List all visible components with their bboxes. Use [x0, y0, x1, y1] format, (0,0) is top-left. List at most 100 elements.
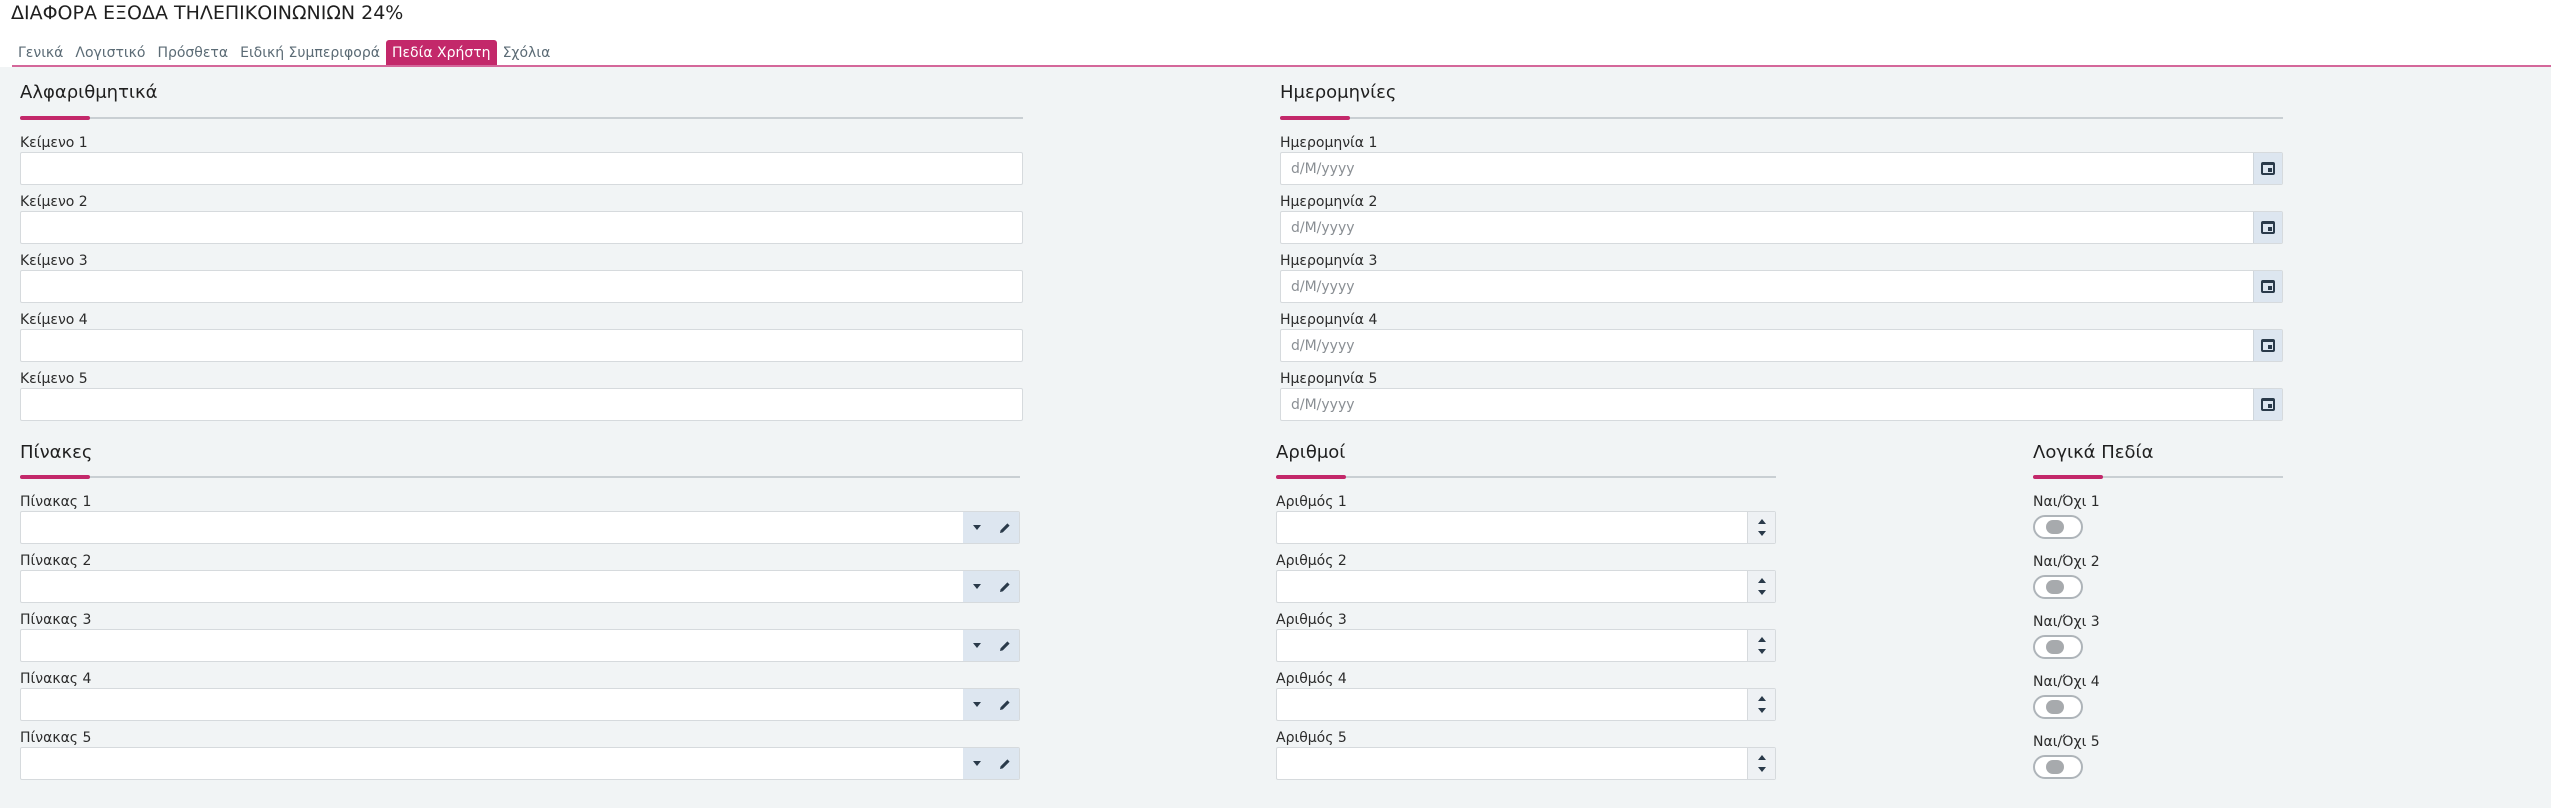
arrow-up-icon[interactable] — [1758, 637, 1766, 642]
calendar-icon — [2261, 339, 2275, 352]
section-title-booleans: Λογικά Πεδία — [2033, 442, 2154, 463]
table-field-5 — [20, 747, 1020, 780]
date-input-4[interactable] — [1281, 330, 2251, 361]
arrow-down-icon[interactable] — [1758, 531, 1766, 536]
date-field-label: Ημερομηνία 3 — [1280, 253, 1378, 269]
date-field-1 — [1280, 152, 2283, 185]
boolean-field-label: Ναι/Όχι 5 — [2033, 734, 2100, 750]
arrow-down-icon[interactable] — [1758, 708, 1766, 713]
number-spinner[interactable] — [1747, 748, 1775, 779]
table-select-5[interactable] — [21, 748, 965, 779]
arrow-up-icon[interactable] — [1758, 755, 1766, 760]
pencil-icon — [1000, 640, 1010, 651]
text-field-3 — [20, 270, 1023, 303]
date-field-label: Ημερομηνία 2 — [1280, 194, 1378, 210]
arrow-up-icon[interactable] — [1758, 519, 1766, 524]
edit-button[interactable] — [991, 630, 1019, 661]
number-field-label: Αριθμός 4 — [1276, 671, 1347, 687]
arrow-down-icon[interactable] — [1758, 649, 1766, 654]
number-input-1[interactable] — [1277, 512, 1747, 543]
number-input-3[interactable] — [1277, 630, 1747, 661]
number-field-4 — [1276, 688, 1776, 721]
number-field-label: Αριθμός 5 — [1276, 730, 1347, 746]
number-field-5 — [1276, 747, 1776, 780]
text-input-1[interactable] — [21, 153, 1022, 184]
tab-user-fields[interactable]: Πεδία Χρήστη — [385, 40, 497, 66]
toggle-knob — [2046, 700, 2064, 714]
date-input-3[interactable] — [1281, 271, 2251, 302]
arrow-up-icon[interactable] — [1758, 696, 1766, 701]
edit-button[interactable] — [991, 512, 1019, 543]
table-select-1[interactable] — [21, 512, 965, 543]
date-field-4 — [1280, 329, 2283, 362]
page-title: ΔΙΑΦΟΡΑ ΕΞΟΔΑ ΤΗΛΕΠΙΚΟΙΝΩΝΙΩΝ 24% — [11, 2, 404, 24]
number-input-4[interactable] — [1277, 689, 1747, 720]
boolean-field-label: Ναι/Όχι 3 — [2033, 614, 2100, 630]
tab-special-behavior[interactable]: Ειδική Συμπεριφορά — [234, 40, 386, 66]
tab-additional[interactable]: Πρόσθετα — [151, 40, 234, 66]
date-picker-button[interactable] — [2253, 212, 2282, 243]
date-field-3 — [1280, 270, 2283, 303]
dropdown-button[interactable] — [963, 748, 991, 779]
number-input-5[interactable] — [1277, 748, 1747, 779]
number-input-2[interactable] — [1277, 571, 1747, 602]
arrow-up-icon[interactable] — [1758, 578, 1766, 583]
toggle-knob — [2046, 760, 2064, 774]
date-picker-button[interactable] — [2253, 153, 2282, 184]
yes-no-toggle-4[interactable] — [2033, 695, 2083, 719]
yes-no-toggle-2[interactable] — [2033, 575, 2083, 599]
text-input-2[interactable] — [21, 212, 1022, 243]
date-field-label: Ημερομηνία 5 — [1280, 371, 1378, 387]
edit-button[interactable] — [991, 689, 1019, 720]
yes-no-toggle-1[interactable] — [2033, 515, 2083, 539]
tab-accounting[interactable]: Λογιστικό — [69, 40, 151, 66]
edit-button[interactable] — [991, 748, 1019, 779]
date-picker-button[interactable] — [2253, 271, 2282, 302]
date-field-label: Ημερομηνία 1 — [1280, 135, 1378, 151]
section-title-numbers: Αριθμοί — [1276, 442, 1346, 463]
dropdown-button[interactable] — [963, 689, 991, 720]
table-select-2[interactable] — [21, 571, 965, 602]
date-input-2[interactable] — [1281, 212, 2251, 243]
yes-no-toggle-3[interactable] — [2033, 635, 2083, 659]
table-field-label: Πίνακας 5 — [20, 730, 92, 746]
table-field-label: Πίνακας 2 — [20, 553, 92, 569]
text-field-1 — [20, 152, 1023, 185]
tab-underline — [12, 65, 2551, 67]
toggle-knob — [2046, 580, 2064, 594]
yes-no-toggle-5[interactable] — [2033, 755, 2083, 779]
text-field-label: Κείμενο 4 — [20, 312, 88, 328]
table-field-1 — [20, 511, 1020, 544]
text-input-4[interactable] — [21, 330, 1022, 361]
toggle-knob — [2046, 640, 2064, 654]
text-input-5[interactable] — [21, 389, 1022, 420]
header: ΔΙΑΦΟΡΑ ΕΞΟΔΑ ΤΗΛΕΠΙΚΟΙΝΩΝΙΩΝ 24% Γενικά… — [0, 0, 2551, 67]
section-title-dates: Ημερομηνίες — [1280, 82, 1397, 103]
arrow-down-icon[interactable] — [1758, 590, 1766, 595]
dropdown-button[interactable] — [963, 630, 991, 661]
number-field-1 — [1276, 511, 1776, 544]
section-divider — [1280, 116, 2283, 120]
arrow-down-icon[interactable] — [1758, 767, 1766, 772]
number-spinner[interactable] — [1747, 512, 1775, 543]
tab-bar: Γενικά Λογιστικό Πρόσθετα Ειδική Συμπερι… — [12, 40, 556, 66]
number-spinner[interactable] — [1747, 630, 1775, 661]
tab-general[interactable]: Γενικά — [12, 40, 69, 66]
edit-button[interactable] — [991, 571, 1019, 602]
text-field-2 — [20, 211, 1023, 244]
dropdown-button[interactable] — [963, 571, 991, 602]
table-select-3[interactable] — [21, 630, 965, 661]
dropdown-button[interactable] — [963, 512, 991, 543]
table-select-4[interactable] — [21, 689, 965, 720]
text-input-3[interactable] — [21, 271, 1022, 302]
number-spinner[interactable] — [1747, 689, 1775, 720]
date-picker-button[interactable] — [2253, 389, 2282, 420]
date-input-5[interactable] — [1281, 389, 2251, 420]
tab-comments[interactable]: Σχόλια — [497, 40, 557, 66]
table-field-4 — [20, 688, 1020, 721]
pencil-icon — [1000, 758, 1010, 769]
date-input-1[interactable] — [1281, 153, 2251, 184]
date-picker-button[interactable] — [2253, 330, 2282, 361]
number-spinner[interactable] — [1747, 571, 1775, 602]
section-divider — [2033, 475, 2283, 479]
